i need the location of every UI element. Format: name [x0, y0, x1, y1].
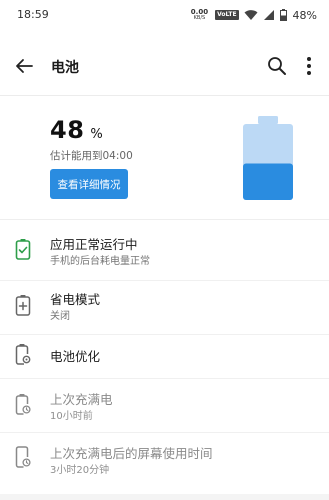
battery-level: 48 % — [50, 116, 103, 144]
list-item-last-full-charge[interactable]: 上次充满电 10小时前 — [0, 380, 329, 434]
list-item-power-saving[interactable]: 省电模式 关闭 — [0, 280, 329, 334]
signal-icon — [263, 10, 274, 20]
bottom-edge — [0, 494, 329, 500]
list-item-app-status[interactable]: 应用正常运行中 手机的后台耗电量正常 — [0, 226, 329, 280]
page-title: 电池 — [51, 60, 79, 76]
battery-graphic — [243, 116, 293, 200]
list-item-title: 电池优化 — [50, 349, 101, 364]
battery-clock-icon — [15, 394, 31, 415]
app-bar: 电池 — [0, 44, 329, 90]
section-divider — [0, 219, 329, 220]
status-time: 18:59 — [17, 8, 49, 21]
list-divider — [0, 378, 329, 379]
view-details-button[interactable]: 查看详细情况 — [50, 169, 128, 199]
back-arrow-icon[interactable] — [12, 54, 36, 78]
battery-level-unit: % — [90, 127, 103, 142]
battery-optimize-icon — [15, 344, 31, 365]
list-item-subtitle: 关闭 — [50, 311, 70, 322]
list-item-screen-usage[interactable]: 上次充满电后的屏幕使用时间 3小时20分钟 — [0, 434, 329, 488]
battery-estimate: 估计能用到04:00 — [50, 150, 133, 162]
list-item-title: 上次充满电后的屏幕使用时间 — [50, 446, 213, 461]
network-speed-unit: KB/S — [193, 15, 206, 21]
battery-status-icon — [279, 9, 287, 21]
screen-time-icon — [15, 446, 31, 468]
search-icon[interactable] — [265, 54, 289, 78]
battery-check-icon — [15, 239, 31, 260]
list-item-title: 应用正常运行中 — [50, 237, 138, 252]
status-battery-percent: 48% — [292, 8, 317, 22]
battery-graphic-cap — [258, 116, 278, 124]
volte-badge: VoLTE — [215, 10, 239, 20]
list-item-subtitle: 手机的后台耗电量正常 — [50, 256, 150, 267]
battery-level-value: 48 — [50, 116, 85, 144]
wifi-icon — [244, 10, 258, 20]
app-bar-divider — [0, 95, 329, 96]
list-divider — [0, 432, 329, 433]
more-vert-icon[interactable] — [298, 54, 320, 78]
status-icons: 0.00 KB/S VoLTE 48% — [191, 7, 317, 23]
status-bar: 18:59 0.00 KB/S VoLTE 48% — [0, 0, 329, 32]
battery-graphic-fill — [243, 163, 293, 200]
list-item-title: 上次充满电 — [50, 392, 113, 407]
list-item-subtitle: 3小时20分钟 — [50, 465, 110, 476]
battery-plus-icon — [15, 295, 31, 316]
list-item-title: 省电模式 — [50, 292, 101, 307]
network-speed: 0.00 KB/S — [191, 9, 208, 22]
list-item-subtitle: 10小时前 — [50, 411, 93, 422]
